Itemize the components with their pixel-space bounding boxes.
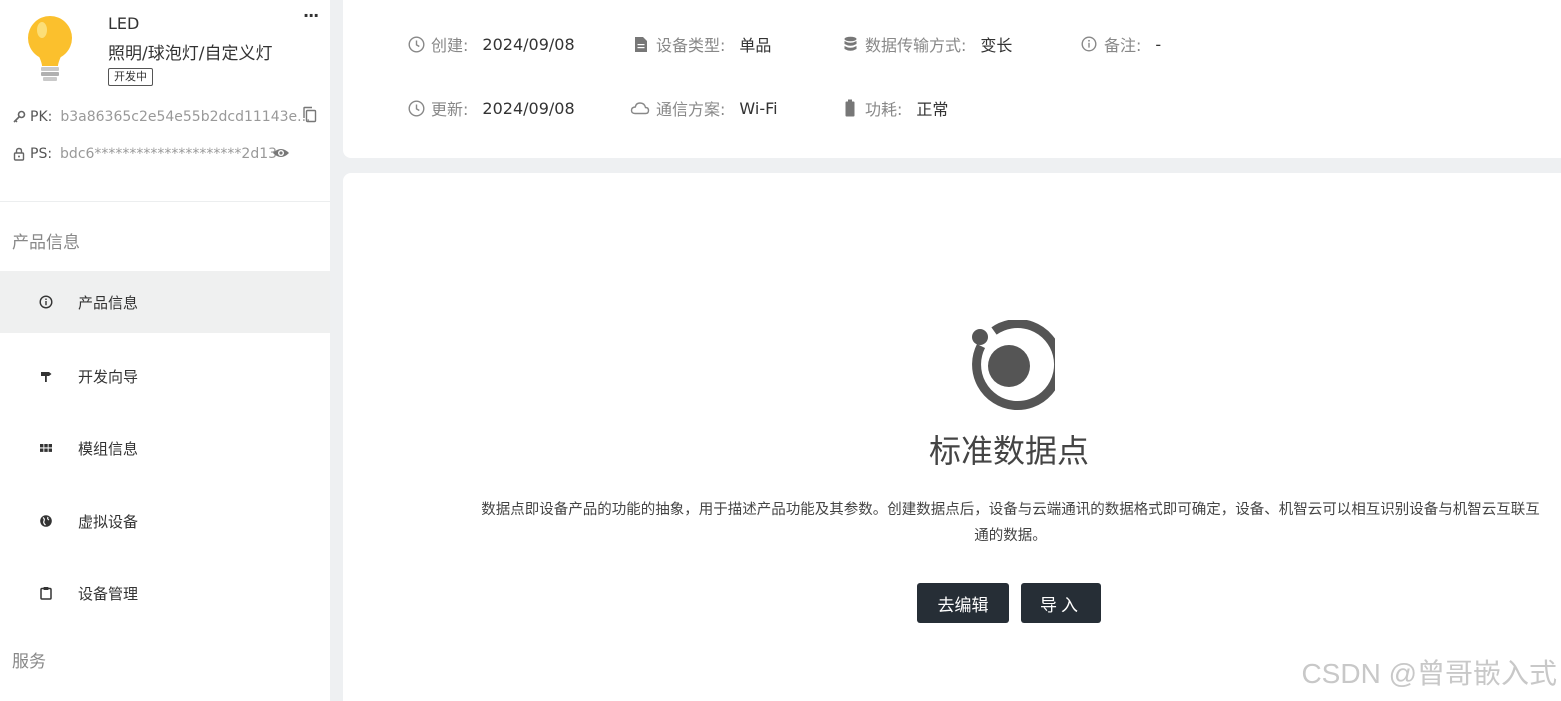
product-header: LED 照明/球泡灯/自定义灯 开发中 ··· PK: b3a86365c2e5… (0, 0, 330, 200)
pk-label: PK: (30, 109, 53, 125)
product-name: LED (108, 14, 140, 33)
product-category: 照明/球泡灯/自定义灯 (108, 44, 273, 64)
device-type-value: 单品 (739, 36, 772, 55)
ps-label: PS: (30, 146, 53, 162)
sidebar-item-label: 模组信息 (78, 439, 139, 458)
transfer-info: 数据传输方式: 变长 (841, 32, 1012, 56)
clock-icon (407, 99, 425, 117)
sidebar-item-virtual-device[interactable]: 虚拟设备 (0, 490, 330, 552)
signpost-icon (38, 368, 54, 384)
datapoint-logo-icon (972, 320, 1055, 411)
sidebar-item-label: 产品信息 (78, 293, 139, 312)
cloud-icon (630, 99, 650, 117)
sidebar-item-device-management[interactable]: 设备管理 (0, 562, 330, 624)
section-title-service: 服务 (12, 652, 46, 672)
datapoint-description: 数据点即设备产品的功能的抽象，用于描述产品功能及其参数。创建数据点后，设备与云端… (481, 502, 1540, 544)
comm-value: Wi-Fi (739, 98, 778, 118)
grid-icon (38, 440, 54, 456)
power-info: 功耗: 正常 (841, 96, 948, 120)
power-label: 功耗: (865, 100, 903, 119)
product-info-card: 创建: 2024/09/08 设备类型: 单品 数据传输方式: 变长 备注: -… (343, 0, 1561, 158)
sidebar-item-label: 虚拟设备 (78, 512, 139, 531)
sidebar: LED 照明/球泡灯/自定义灯 开发中 ··· PK: b3a86365c2e5… (0, 0, 330, 701)
remark-label: 备注: (1104, 36, 1142, 55)
sidebar-item-product-info[interactable]: 产品信息 (0, 271, 330, 333)
battery-icon (841, 99, 859, 117)
device-type-info: 设备类型: 单品 (632, 32, 771, 56)
created-value: 2024/09/08 (482, 34, 575, 54)
sidebar-item-dev-guide[interactable]: 开发向导 (0, 345, 330, 407)
pk-value: b3a86365c2e54e55b2dcd11143e... (60, 109, 311, 125)
ps-value: bdc6*********************2d13 (60, 146, 278, 162)
section-title-product: 产品信息 (12, 233, 80, 253)
product-secret-row: PS: bdc6*********************2d13 (12, 143, 277, 165)
status-badge: 开发中 (108, 68, 153, 86)
key-icon (13, 110, 26, 123)
clipboard-icon (38, 585, 54, 601)
light-bulb-icon (28, 16, 72, 81)
comm-info: 通信方案: Wi-Fi (630, 96, 778, 120)
transfer-label: 数据传输方式: (865, 36, 967, 55)
updated-info: 更新: 2024/09/08 (407, 96, 575, 120)
remark-value: - (1155, 34, 1162, 54)
document-icon (632, 35, 650, 53)
remark-info: 备注: - (1080, 32, 1161, 56)
datapoint-card: 标准数据点 数据点即设备产品的功能的抽象，用于描述产品功能及其参数。创建数据点后… (343, 173, 1561, 701)
copy-icon[interactable] (302, 106, 318, 124)
comm-label: 通信方案: (656, 100, 726, 119)
datapoint-title: 标准数据点 (928, 432, 1089, 470)
sidebar-item-label: 开发向导 (78, 367, 139, 386)
lock-icon (13, 147, 25, 161)
sidebar-divider (0, 201, 330, 202)
import-button[interactable]: 导入 (1021, 583, 1101, 623)
updated-label: 更新: (431, 100, 469, 119)
product-key-row: PK: b3a86365c2e54e55b2dcd11143e... (12, 106, 310, 128)
edit-button[interactable]: 去编辑 (917, 583, 1009, 623)
transfer-value: 变长 (980, 36, 1013, 55)
eye-icon[interactable] (272, 146, 290, 160)
database-icon (841, 35, 859, 53)
info-circle-icon (38, 294, 54, 310)
sidebar-item-module-info[interactable]: 模组信息 (0, 417, 330, 479)
watermark: CSDN @曾哥嵌入式 (1301, 658, 1557, 689)
created-info: 创建: 2024/09/08 (407, 32, 575, 56)
device-type-label: 设备类型: (656, 36, 726, 55)
clock-icon (407, 35, 425, 53)
more-options-button[interactable]: ··· (303, 6, 319, 25)
updated-value: 2024/09/08 (482, 98, 575, 118)
info-circle-icon (1080, 35, 1098, 53)
sidebar-item-label: 设备管理 (78, 584, 139, 603)
power-value: 正常 (916, 100, 949, 119)
created-label: 创建: (431, 36, 469, 55)
globe-icon (38, 513, 54, 529)
